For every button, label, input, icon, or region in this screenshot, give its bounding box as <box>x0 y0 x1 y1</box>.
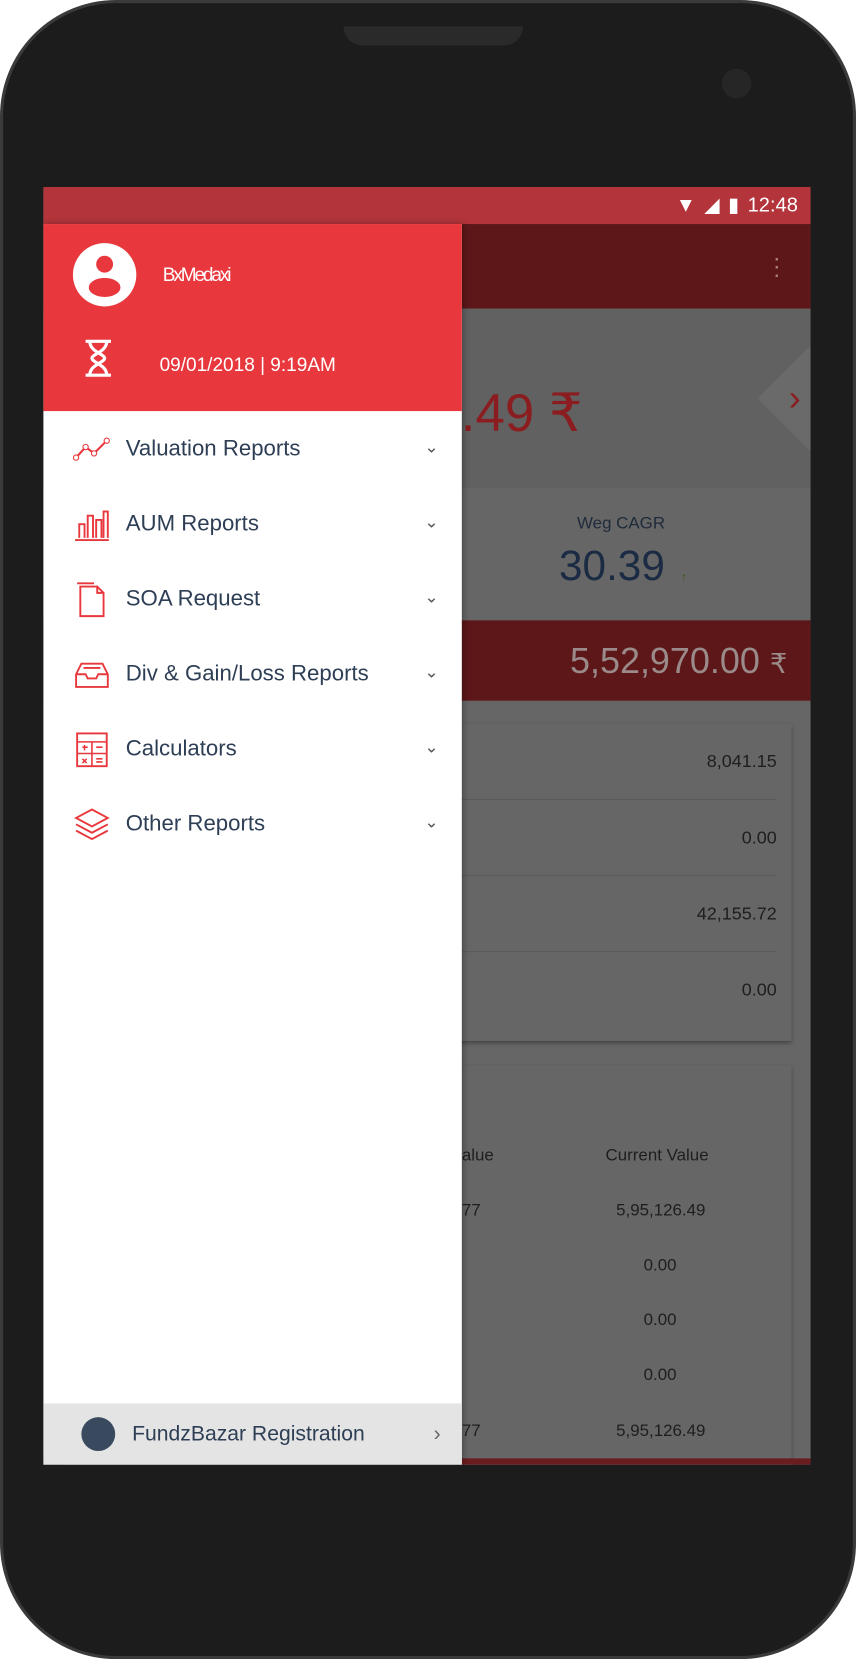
invested-amount: 5,52,970.00 <box>570 641 760 682</box>
fundzbazar-registration-button[interactable]: FundzBazar Registration › <box>43 1403 462 1465</box>
signal-icon: ◢ <box>704 194 720 217</box>
menu-label: AUM Reports <box>125 510 259 536</box>
menu-aum-reports[interactable]: AUM Reports ⌄ <box>43 486 461 561</box>
menu-soa-request[interactable]: SOA Request ⌄ <box>43 561 461 636</box>
menu-label: SOA Request <box>125 585 261 611</box>
chevron-down-icon[interactable]: ⌄ <box>424 587 438 608</box>
cell: 0.00 <box>643 1366 677 1385</box>
up-arrow-icon: ↑ <box>680 569 687 585</box>
more-options-icon[interactable]: · · · <box>773 246 781 286</box>
chevron-down-icon[interactable]: ⌄ <box>424 812 438 833</box>
screen: ▼ ◢ ▮ 12:48 · · · .49 ₹ › Weg CAGR 30.39 ↑… <box>43 187 811 1465</box>
speaker <box>343 26 524 46</box>
col1-header: alue <box>461 1146 494 1165</box>
status-bar: ▼ ◢ ▮ 12:48 <box>43 187 811 225</box>
clock: 12:48 <box>747 193 798 217</box>
navigation-drawer: BxMedaxi 09/01/2018 | 9:19AM Valuation R… <box>43 224 462 1465</box>
user-name: BxMedaxi <box>162 264 232 286</box>
inbox-tray-icon <box>75 662 109 688</box>
chevron-down-icon[interactable]: ⌄ <box>424 436 438 457</box>
cell: 5,95,126.49 <box>616 1201 706 1220</box>
cagr-value: 30.39 <box>559 543 665 590</box>
menu-other-reports[interactable]: Other Reports ⌄ <box>43 786 461 861</box>
menu-div-gain-loss-reports[interactable]: Div & Gain/Loss Reports ⌄ <box>43 636 461 711</box>
col2-header: Current Value <box>605 1146 709 1165</box>
footer-label: FundzBazar Registration <box>132 1421 365 1446</box>
currency-symbol: ₹ <box>769 647 788 680</box>
avatar <box>72 243 137 307</box>
line-chart-icon <box>72 436 110 461</box>
menu-label: Div & Gain/Loss Reports <box>125 661 369 686</box>
document-icon <box>77 581 105 617</box>
cell: 77 <box>461 1422 481 1441</box>
invested-value: 5,52,970.00 ₹ <box>570 641 787 682</box>
fundzbazar-logo <box>81 1417 116 1451</box>
menu-label: Other Reports <box>125 811 266 836</box>
total-value: .49 ₹ <box>460 383 583 443</box>
chevron-right-icon: › <box>433 1421 441 1446</box>
cagr-label: Weg CAGR <box>577 514 666 533</box>
camera <box>721 68 752 99</box>
wifi-icon: ▼ <box>675 193 696 217</box>
chevron-down-icon[interactable]: ⌄ <box>424 511 438 532</box>
cell: 0.00 <box>643 1311 677 1330</box>
layers-icon <box>74 807 110 840</box>
chevron-down-icon[interactable]: ⌄ <box>424 662 438 683</box>
hourglass-icon <box>85 339 111 377</box>
menu-label: Calculators <box>125 736 237 761</box>
battery-icon: ▮ <box>728 194 740 217</box>
bar-chart-icon <box>75 510 109 541</box>
menu-label: Valuation Reports <box>125 435 301 461</box>
cell: 0.00 <box>643 1256 677 1275</box>
last-login: 09/01/2018 | 9:19AM <box>159 354 336 376</box>
menu-valuation-reports[interactable]: Valuation Reports ⌄ <box>43 411 461 486</box>
drawer-header: BxMedaxi 09/01/2018 | 9:19AM <box>43 224 462 412</box>
cell: 77 <box>461 1201 481 1220</box>
cell: 5,95,126.49 <box>616 1422 706 1441</box>
menu-calculators[interactable]: Calculators ⌄ <box>43 711 461 786</box>
chevron-down-icon[interactable]: ⌄ <box>424 737 438 758</box>
calculator-icon <box>76 731 108 767</box>
